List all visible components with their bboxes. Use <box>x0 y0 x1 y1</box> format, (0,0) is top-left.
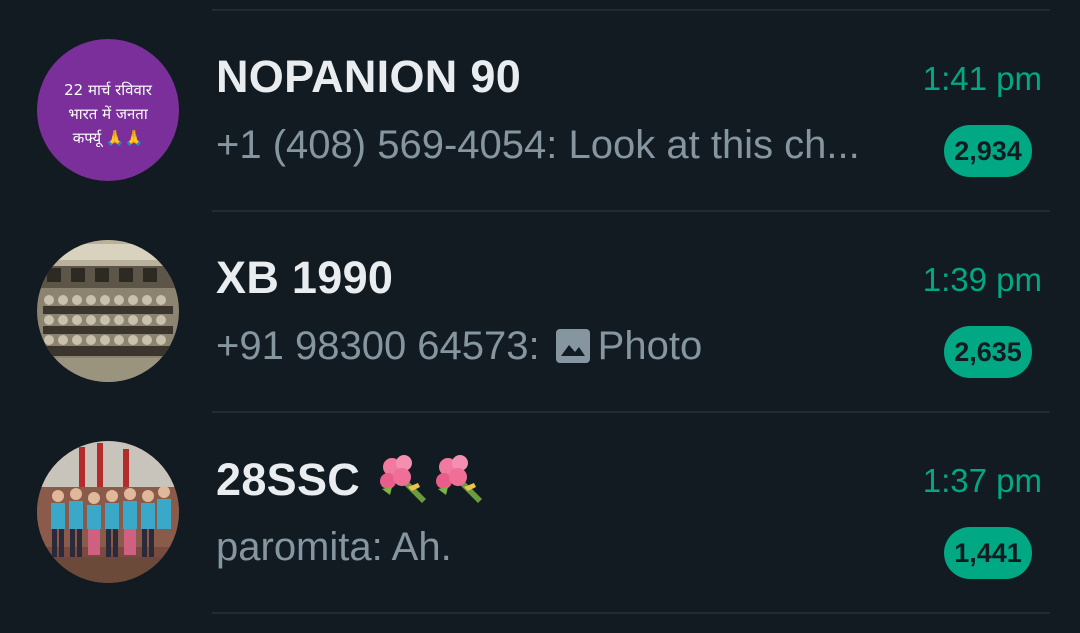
photo-icon <box>555 328 590 373</box>
preview-message: Ah. <box>391 525 452 569</box>
chat-time: 1:37 pm <box>922 462 1042 499</box>
avatar-image <box>37 441 179 583</box>
preview-message: Look at this ch... <box>568 123 860 167</box>
chat-list: 22 मार्च रविवार भारत में जनता कर्फ्यू 🙏🙏… <box>0 0 1080 633</box>
preview-sender: +1 (408) 569-4054: <box>216 123 558 167</box>
chat-name: NOPANION 90 <box>216 51 522 102</box>
chat-preview: +91 98300 64573: Photo <box>216 324 906 373</box>
avatar-image: 22 मार्च रविवार भारत में जनता कर्फ्यू 🙏🙏 <box>37 39 179 181</box>
chat-preview: paromita: Ah. <box>216 525 906 570</box>
unread-badge: 2,635 <box>944 326 1032 378</box>
chat-name: 28SSC <box>216 453 486 516</box>
chat-preview: +1 (408) 569-4054: Look at this ch... <box>216 123 906 168</box>
avatar-text-line-1: 22 मार्च रविवार <box>64 81 153 99</box>
avatar[interactable] <box>37 441 179 583</box>
chat-name: XB 1990 <box>216 252 394 303</box>
preview-sender: +91 98300 64573: <box>216 324 540 368</box>
unread-badge: 2,934 <box>944 125 1032 177</box>
bouquet-icon <box>434 453 486 516</box>
divider <box>212 612 1050 614</box>
avatar-text-line-3: कर्फ्यू 🙏🙏 <box>73 129 143 148</box>
avatar-text-line-2: भारत में जनता <box>68 105 149 123</box>
chat-name-text: 28SSC <box>216 454 361 505</box>
chat-row-xb-1990[interactable]: XB 1990 1:39 pm +91 98300 64573: Photo 2,… <box>0 211 1080 410</box>
chat-row-28ssc[interactable]: 28SSC 1:37 pm paromita: Ah. 1,441 <box>0 412 1080 611</box>
avatar-image <box>37 240 179 382</box>
avatar[interactable] <box>37 240 179 382</box>
bouquet-icon <box>378 453 430 516</box>
chat-row-nopanion-90[interactable]: 22 मार्च रविवार भारत में जनता कर्फ्यू 🙏🙏… <box>0 10 1080 209</box>
avatar[interactable]: 22 मार्च रविवार भारत में जनता कर्फ्यू 🙏🙏 <box>37 39 179 181</box>
preview-message: Photo <box>597 324 703 368</box>
unread-badge: 1,441 <box>944 527 1032 579</box>
chat-time: 1:39 pm <box>922 261 1042 298</box>
chat-time: 1:41 pm <box>922 60 1042 97</box>
preview-sender: paromita: <box>216 525 383 569</box>
